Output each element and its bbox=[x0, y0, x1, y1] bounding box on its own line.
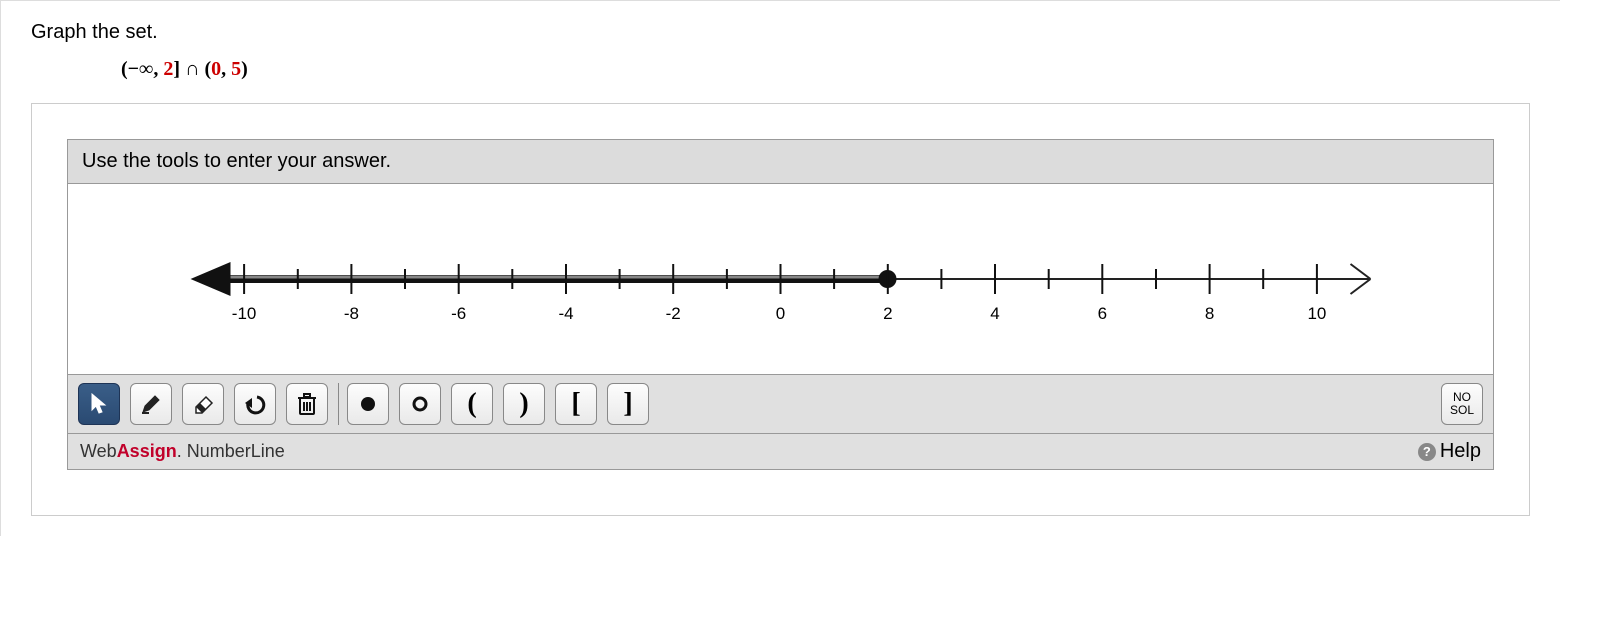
widget-footer: WebAssign. NumberLine ? Help bbox=[68, 434, 1493, 469]
expr-left-endpoint: 2 bbox=[163, 58, 173, 80]
trash-icon bbox=[296, 392, 318, 416]
tick-label: -4 bbox=[558, 304, 573, 323]
expr-right-end: 5 bbox=[231, 58, 241, 80]
expr-right-sep: , bbox=[221, 58, 231, 80]
tick-label: -8 bbox=[344, 304, 359, 323]
toolbar-separator bbox=[338, 383, 339, 425]
tool-container: Use the tools to enter your answer. bbox=[31, 103, 1530, 516]
tick-label: 0 bbox=[776, 304, 785, 323]
expr-left-open: (−∞, bbox=[121, 58, 163, 80]
undo-icon bbox=[243, 392, 267, 416]
tick-label: -6 bbox=[451, 304, 466, 323]
nosol-line2: SOL bbox=[1450, 404, 1474, 417]
erase-tool-button[interactable] bbox=[182, 383, 224, 425]
brand-suffix: NumberLine bbox=[182, 441, 285, 461]
pointer-tool-button[interactable] bbox=[78, 383, 120, 425]
open-point-icon bbox=[411, 395, 429, 413]
expr-right-close: ) bbox=[241, 58, 248, 80]
pencil-icon bbox=[139, 392, 163, 416]
clear-button[interactable] bbox=[286, 383, 328, 425]
no-solution-button[interactable]: NO SOL bbox=[1441, 383, 1483, 425]
question-prompt: Graph the set. bbox=[31, 21, 1530, 44]
numberline-widget: Use the tools to enter your answer. bbox=[67, 139, 1494, 470]
tick-label: -2 bbox=[666, 304, 681, 323]
tick-label: 8 bbox=[1205, 304, 1214, 323]
undo-button[interactable] bbox=[234, 383, 276, 425]
intersection-symbol: ∩ bbox=[180, 58, 204, 80]
closed-bracket-right-button[interactable]: ] bbox=[607, 383, 649, 425]
brand-web: Web bbox=[80, 441, 117, 461]
open-paren-left-button[interactable]: ( bbox=[451, 383, 493, 425]
toolbar: ( ) [ ] NO SOL bbox=[68, 375, 1493, 434]
tick-label: -10 bbox=[232, 304, 257, 323]
help-label: Help bbox=[1440, 440, 1481, 463]
set-expression: (−∞, 2] ∩ (0, 5) bbox=[121, 58, 1530, 81]
expr-left-close: ] bbox=[173, 58, 180, 80]
closed-bracket-left-button[interactable]: [ bbox=[555, 383, 597, 425]
tick-label: 6 bbox=[1098, 304, 1107, 323]
widget-header: Use the tools to enter your answer. bbox=[68, 140, 1493, 184]
tick-label: 10 bbox=[1307, 304, 1326, 323]
expr-right-start: 0 bbox=[211, 58, 221, 80]
open-point-button[interactable] bbox=[399, 383, 441, 425]
help-icon: ? bbox=[1418, 443, 1436, 461]
eraser-icon bbox=[190, 393, 216, 415]
brand-label: WebAssign. NumberLine bbox=[80, 441, 285, 462]
tick-label: 2 bbox=[883, 304, 892, 323]
tick-label: 4 bbox=[990, 304, 999, 323]
pointer-icon bbox=[89, 393, 109, 415]
closed-point-icon bbox=[359, 395, 377, 413]
open-paren-right-button[interactable]: ) bbox=[503, 383, 545, 425]
brand-assign: Assign bbox=[117, 441, 177, 461]
numberline-canvas[interactable]: -10 -8 -6 -4 -2 0 2 4 6 8 10 bbox=[68, 184, 1493, 375]
closed-point-button[interactable] bbox=[347, 383, 389, 425]
help-link[interactable]: ? Help bbox=[1418, 440, 1481, 463]
draw-tool-button[interactable] bbox=[130, 383, 172, 425]
